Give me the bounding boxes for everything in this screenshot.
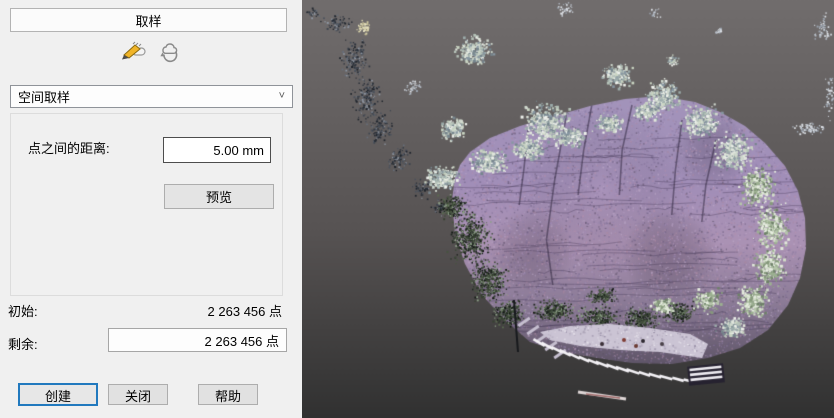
sampling-toolbar — [0, 40, 302, 68]
cloud-refresh-icon — [157, 41, 181, 68]
sampling-method-dropdown[interactable]: 空间取样 ˅ — [10, 85, 293, 108]
help-button[interactable]: 帮助 — [198, 384, 258, 405]
sampling-panel: 取样 — [0, 0, 302, 418]
panel-title: 取样 — [135, 11, 161, 30]
distance-label: 点之间的距离: — [28, 138, 110, 157]
application-window: 取样 — [0, 0, 834, 418]
sampling-brush-icon — [120, 41, 146, 68]
initial-points-value: 2 263 456 点 — [208, 301, 282, 320]
close-button[interactable]: 关闭 — [108, 384, 168, 405]
distance-input[interactable] — [163, 137, 271, 163]
viewport-canvas[interactable] — [302, 0, 834, 418]
sampling-brush-button[interactable] — [119, 41, 147, 67]
preview-button[interactable]: 预览 — [164, 184, 274, 209]
initial-points-label: 初始: — [8, 301, 38, 320]
remaining-points-label: 剩余: — [8, 334, 38, 353]
cloud-resample-button[interactable] — [155, 41, 183, 67]
chevron-down-icon: ˅ — [279, 91, 285, 102]
panel-title-bar: 取样 — [10, 8, 287, 32]
create-button[interactable]: 创建 — [18, 383, 98, 406]
pointcloud-viewport[interactable] — [302, 0, 834, 418]
remaining-points-field — [108, 328, 287, 352]
sampling-method-value: 空间取样 — [18, 87, 70, 106]
